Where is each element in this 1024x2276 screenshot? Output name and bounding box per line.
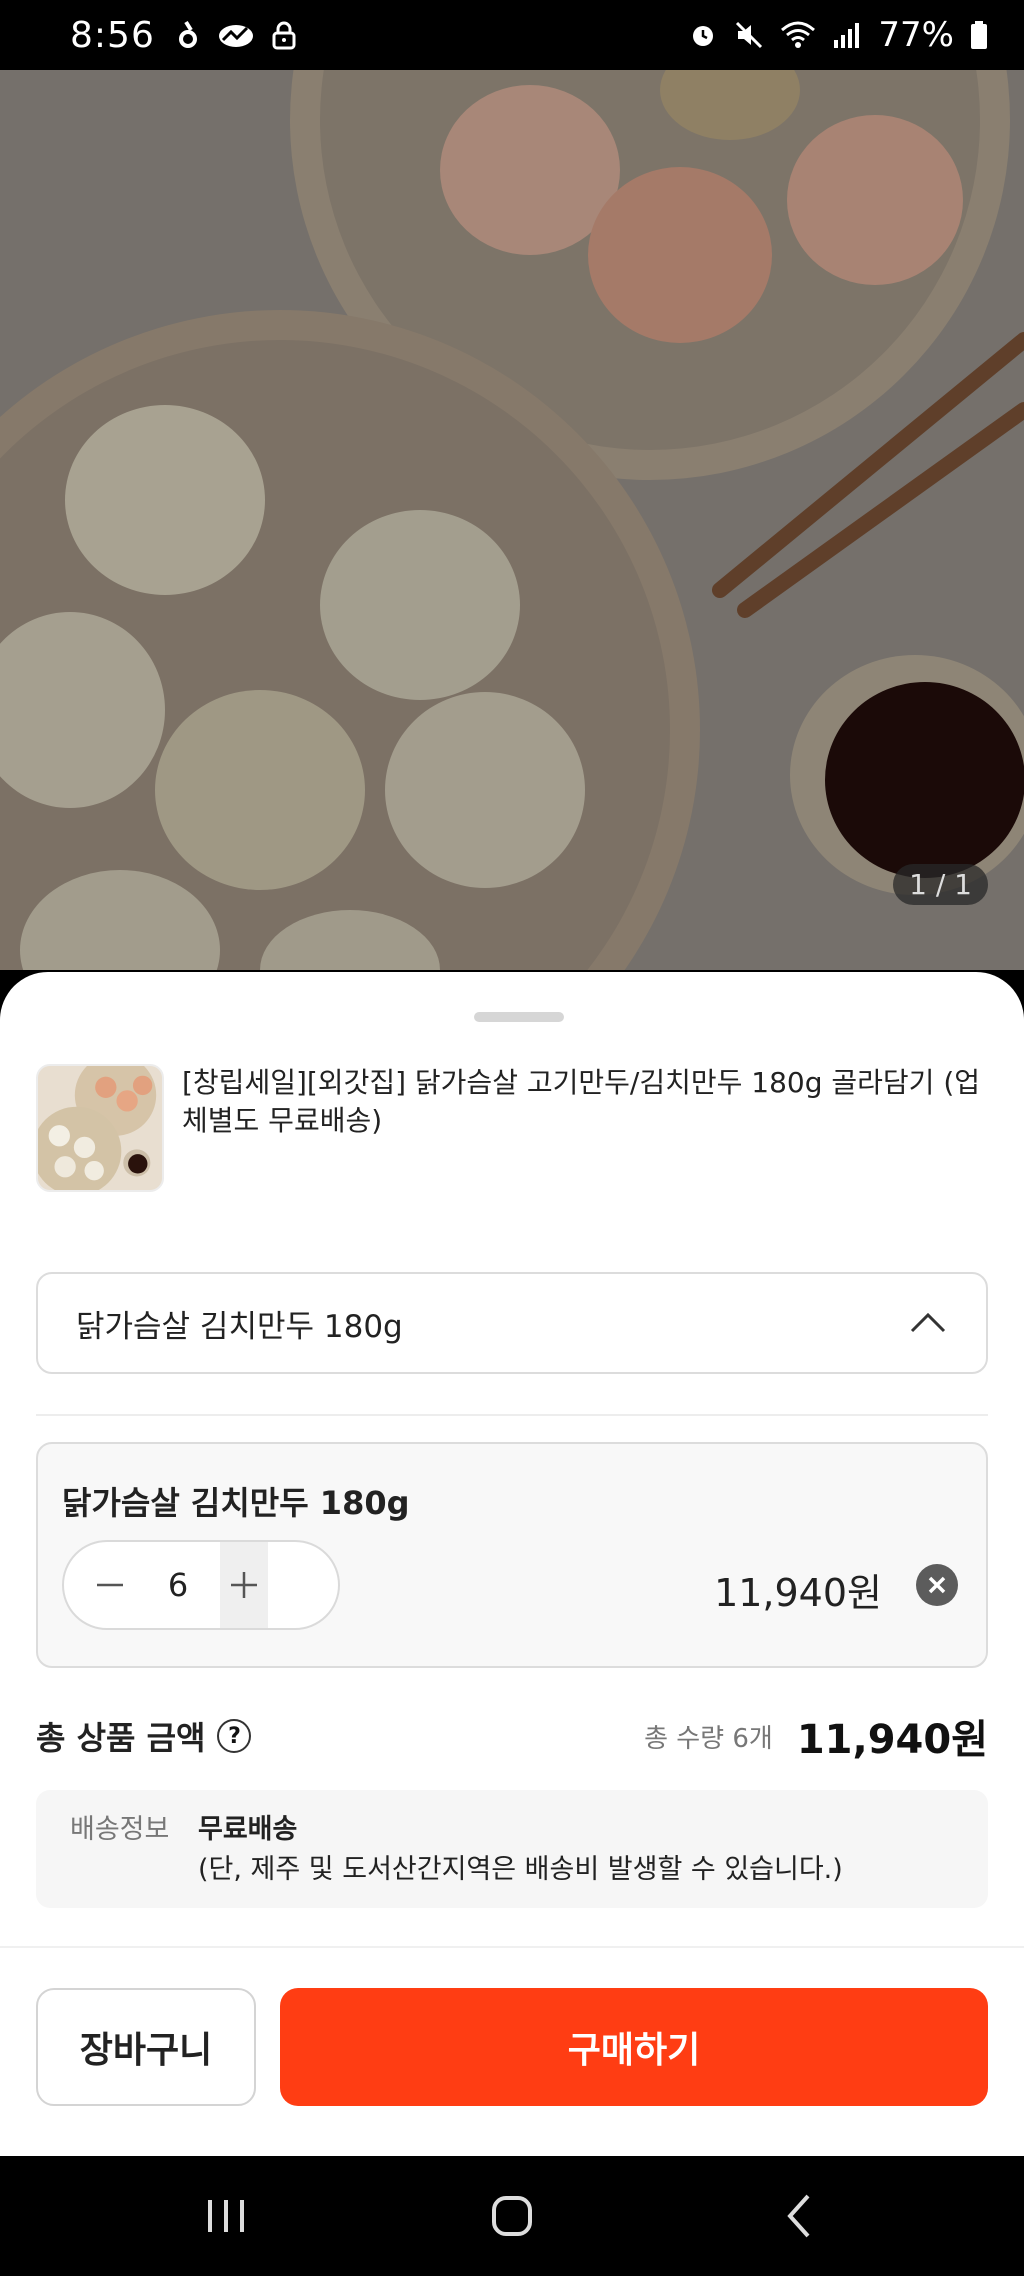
divider (0, 1946, 1024, 1948)
lock-icon (272, 21, 296, 50)
status-bar: 8:56 77% (0, 0, 1024, 70)
navigation-bar (0, 2156, 1024, 2276)
remove-option-button[interactable] (916, 1564, 958, 1606)
shipping-label: 배송정보 (70, 1814, 170, 1845)
product-image[interactable]: 1 / 1 (0, 70, 1024, 970)
battery-percent: 77% (878, 15, 954, 55)
chevron-up-icon (910, 1312, 946, 1333)
minus-icon (97, 1583, 123, 1587)
notification-icon (178, 20, 197, 48)
bottom-sheet: [창립세일][외갓집] 닭가슴살 고기만두/김치만두 180g 골라담기 (업체… (0, 972, 1024, 2156)
back-icon[interactable] (770, 2186, 830, 2246)
product-title: [창립세일][외갓집] 닭가슴살 고기만두/김치만두 180g 골라담기 (업체… (182, 1066, 981, 1137)
quantity-stepper: 6 (62, 1540, 340, 1630)
battery-icon (971, 21, 987, 49)
quantity-value: 6 (167, 1566, 189, 1604)
selected-option-card: 닭가슴살 김치만두 180g 6 11,940원 (36, 1442, 988, 1668)
increase-button[interactable] (220, 1542, 268, 1628)
total-amount: 11,940원 (796, 1717, 988, 1763)
drag-handle[interactable] (474, 1012, 564, 1022)
plus-icon (231, 1572, 257, 1598)
product-thumbnail (36, 1064, 164, 1192)
image-counter: 1 / 1 (893, 864, 988, 905)
total-quantity: 총 수량 6개 (644, 1723, 773, 1754)
mute-icon (736, 21, 763, 49)
item-price: 11,940원 (714, 1571, 882, 1615)
home-icon[interactable] (482, 2186, 542, 2246)
alarm-icon (693, 26, 714, 46)
status-time: 8:56 (70, 14, 155, 56)
recent-apps-icon[interactable] (196, 2186, 256, 2246)
total-label: 총 상품 금액 (36, 1719, 206, 1757)
add-to-cart-button[interactable]: 장바구니 (36, 1988, 256, 2106)
shipping-note: (단, 제주 및 도서산간지역은 배송비 발생할 수 있습니다.) (198, 1854, 843, 1885)
help-icon[interactable]: ? (217, 1719, 252, 1753)
shipping-title: 무료배송 (198, 1814, 298, 1845)
close-icon (928, 1576, 946, 1594)
divider (36, 1414, 988, 1416)
selected-option-name: 닭가슴살 김치만두 180g (62, 1484, 410, 1522)
total-row: 총 상품 금액 ? 총 수량 6개 11,940원 (36, 1704, 988, 1768)
shipping-info: 배송정보 무료배송 (단, 제주 및 도서산간지역은 배송비 발생할 수 있습니… (36, 1790, 988, 1908)
cloud-icon (218, 25, 253, 47)
decrease-button[interactable] (64, 1542, 156, 1628)
product-summary: [창립세일][외갓집] 닭가슴살 고기만두/김치만두 180g 골라담기 (업체… (36, 1064, 988, 1192)
option-select[interactable]: 닭가슴살 김치만두 180g (36, 1272, 988, 1374)
signal-icon (834, 23, 860, 48)
option-select-value: 닭가슴살 김치만두 180g (76, 1308, 403, 1345)
dumplings-illustration (0, 70, 1024, 970)
buy-button[interactable]: 구매하기 (280, 1988, 988, 2106)
wifi-icon (781, 21, 816, 48)
